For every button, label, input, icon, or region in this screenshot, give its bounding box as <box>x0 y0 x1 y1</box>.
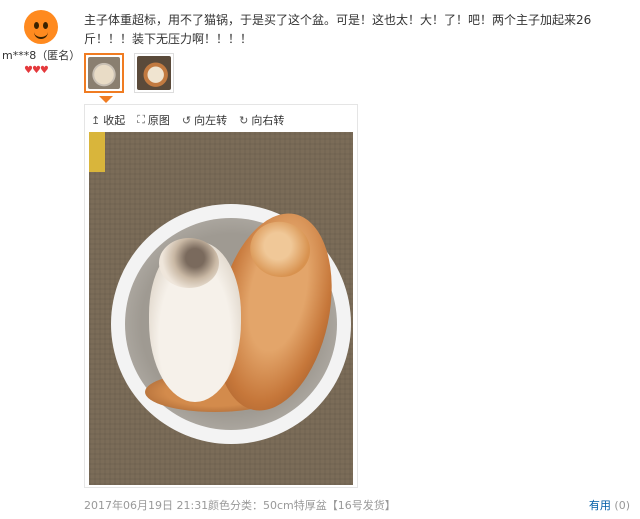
image-viewer: ↥ 收起 ⛶ 原图 ↺ 向左转 ↻ 向右转 <box>84 104 358 488</box>
useful-button[interactable]: 有用 (0) <box>589 497 630 513</box>
rotate-right-icon: ↻ <box>239 113 249 127</box>
review-text: 主子体重超标，用不了猫锅，于是买了这个盆。可是！这也太！大！了！吧！两个主子加起… <box>84 13 592 46</box>
rotate-left-button[interactable]: ↺ 向左转 <box>182 112 227 128</box>
rotate-left-label: 向左转 <box>194 114 228 127</box>
thumbnail-2[interactable] <box>134 53 174 93</box>
useful-label: 有用 <box>588 499 611 512</box>
selected-thumbnail-caret <box>99 96 113 103</box>
thumbnail-2-image <box>137 56 171 90</box>
avatar <box>24 10 58 44</box>
photo-white-cat <box>149 238 241 402</box>
review-footer: 2017年06月19日 21:31 颜色分类：50cm特厚盆【16号发货】 有用… <box>84 497 630 513</box>
review-photo[interactable] <box>89 132 353 485</box>
thumbnail-1-selected[interactable] <box>84 53 124 93</box>
photo-sticky-note <box>89 132 105 172</box>
rotate-left-icon: ↺ <box>181 113 192 127</box>
product-spec: 颜色分类：50cm特厚盆【16号发货】 <box>208 499 396 512</box>
viewer-toolbar: ↥ 收起 ⛶ 原图 ↺ 向左转 ↻ 向右转 <box>91 112 284 128</box>
reviewer-name: m***8（匿名） <box>2 49 81 62</box>
useful-count: (0) <box>614 499 630 512</box>
original-image-button[interactable]: ⛶ 原图 <box>137 112 170 128</box>
photo-white-cat-head <box>159 238 219 288</box>
original-image-label: 原图 <box>147 114 170 127</box>
avatar-eye-left <box>34 22 39 29</box>
review-date: 2017年06月19日 21:31 <box>84 499 209 512</box>
collapse-button[interactable]: ↥ 收起 <box>91 112 125 128</box>
avatar-eye-right <box>43 22 48 29</box>
collapse-label: 收起 <box>103 114 126 127</box>
rotate-right-button[interactable]: ↻ 向右转 <box>239 112 284 128</box>
arrow-up-icon: ↥ <box>91 113 101 127</box>
fullscreen-icon: ⛶ <box>137 113 145 126</box>
thumbnail-1-image <box>88 57 120 89</box>
member-level-hearts-icon: ♥♥♥ <box>24 65 49 76</box>
rotate-right-label: 向右转 <box>251 114 285 127</box>
avatar-mouth <box>34 31 48 39</box>
